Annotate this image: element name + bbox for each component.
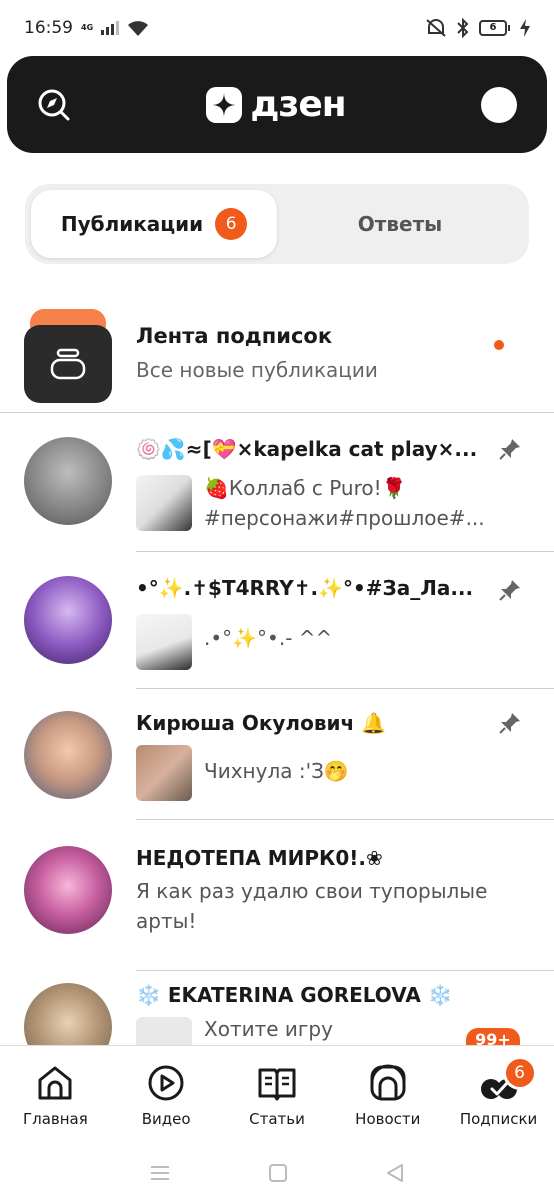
tab-label: Ответы — [357, 212, 443, 236]
tab-label: Публикации — [60, 212, 204, 236]
signal-icon — [101, 21, 120, 35]
channel-name: •°✨.✝$T4RRY✝.✨°•#За_Ла... — [136, 576, 474, 600]
nav-label: Видео — [141, 1110, 191, 1128]
channel-item[interactable]: •°✨.✝$T4RRY✝.✨°•#За_Ла... .•°✨°•.- ^^ — [0, 552, 554, 688]
tab-answers[interactable]: Ответы — [277, 190, 523, 258]
network-type: 4G — [81, 23, 94, 32]
news-icon — [370, 1064, 406, 1101]
pin-icon — [499, 439, 520, 460]
battery-level: 6 — [479, 20, 507, 36]
video-icon — [148, 1065, 184, 1101]
channel-name: НЕДОТЕПА МИРК0!.❀ — [136, 846, 383, 870]
battery-icon: 6 — [479, 20, 510, 36]
post-preview: Чихнула :'З🤭 — [204, 759, 349, 783]
dzen-logo: дзен — [206, 84, 347, 125]
menu-icon[interactable] — [149, 1164, 171, 1182]
status-bar: 16:59 4G 6 — [0, 0, 554, 56]
channel-name: ❄️ EKATERINA GORELOVA ❄️ — [136, 983, 453, 1007]
channel-name: 🍥💦≈[💝×kapelka cat play×... — [136, 437, 478, 461]
feed-subtitle: Все новые публикации — [136, 358, 378, 382]
nav-label: Статьи — [249, 1110, 305, 1128]
dzen-star-icon — [206, 86, 243, 123]
nav-news[interactable]: Новости — [336, 1062, 440, 1128]
nav-video[interactable]: Видео — [114, 1062, 218, 1128]
channel-item[interactable]: 🍥💦≈[💝×kapelka cat play×... 🍓Коллаб с Pur… — [0, 413, 554, 551]
channel-avatar — [24, 576, 112, 664]
app-header: дзен — [7, 56, 547, 153]
clock: 16:59 — [24, 18, 73, 38]
channel-avatar — [24, 437, 112, 525]
channel-item[interactable]: НЕДОТЕПА МИРК0!.❀ Я как раз удалю свои т… — [0, 820, 554, 970]
channel-avatar — [24, 711, 112, 799]
compass-search-icon[interactable] — [37, 88, 71, 122]
nav-label: Новости — [355, 1110, 421, 1128]
tabs: Публикации 6 Ответы — [25, 184, 529, 264]
post-thumbnail — [136, 614, 192, 670]
home-square-icon[interactable] — [268, 1163, 288, 1183]
home-icon — [38, 1066, 72, 1100]
pin-icon — [499, 580, 520, 601]
wifi-icon — [128, 21, 149, 36]
system-navigation — [0, 1145, 554, 1200]
logo-text: дзен — [250, 84, 346, 125]
unread-dot — [494, 340, 504, 350]
bluetooth-icon — [457, 18, 469, 38]
articles-icon — [258, 1068, 296, 1101]
back-icon[interactable] — [385, 1163, 405, 1183]
tab-publications[interactable]: Публикации 6 — [31, 190, 277, 258]
bottom-navigation: Главная Видео Статьи Новости Подписки 6 — [0, 1045, 554, 1145]
nav-subscriptions[interactable]: Подписки 6 — [447, 1056, 551, 1128]
feed-title: Лента подписок — [136, 324, 333, 348]
publications-count-badge: 6 — [215, 208, 248, 240]
nav-label: Главная — [22, 1110, 88, 1128]
nav-label: Подписки — [459, 1110, 538, 1128]
post-thumbnail — [136, 1017, 192, 1045]
nav-home[interactable]: Главная — [3, 1062, 107, 1128]
profile-avatar[interactable] — [481, 86, 517, 123]
nav-articles[interactable]: Статьи — [225, 1062, 329, 1128]
mute-icon — [426, 19, 446, 37]
pin-icon — [499, 713, 520, 734]
feed-stack-icon — [24, 303, 112, 403]
post-preview: .•°✨°•.- ^^ — [204, 626, 333, 650]
channel-avatar — [24, 846, 112, 934]
channel-item[interactable]: Кирюша Окулович 🔔 Чихнула :'З🤭 — [0, 689, 554, 819]
subscriptions-feed-item[interactable]: Лента подписок Все новые публикации — [0, 294, 554, 412]
post-thumbnail — [136, 745, 192, 801]
subscriptions-badge: 6 — [502, 1056, 537, 1090]
post-preview: Я как раз удалю свои тупорылые арты! — [136, 879, 488, 933]
post-thumbnail — [136, 475, 192, 531]
charging-icon — [520, 19, 530, 37]
post-preview: 🍓Коллаб с Puro!🌹 #персонажи#прошлое#... — [204, 476, 485, 530]
channel-avatar — [24, 983, 112, 1045]
channel-name: Кирюша Окулович 🔔 — [136, 711, 387, 735]
